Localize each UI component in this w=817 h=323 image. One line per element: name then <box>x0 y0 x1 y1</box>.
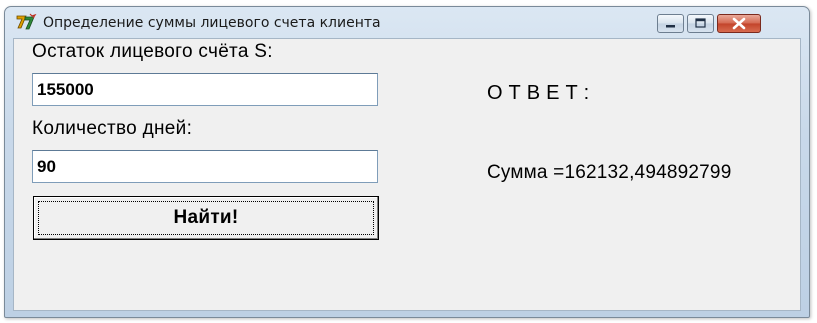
days-input[interactable]: 90 <box>32 150 378 183</box>
maximize-icon <box>695 18 706 28</box>
close-button[interactable] <box>717 14 761 33</box>
answer-sum: Сумма =162132,494892799 <box>487 162 732 183</box>
minimize-button[interactable] <box>657 14 684 33</box>
days-label: Количество дней: <box>32 118 193 139</box>
app-icon <box>15 13 37 31</box>
maximize-button[interactable] <box>687 14 714 33</box>
balance-label: Остаток лицевого счёта S: <box>32 41 273 62</box>
find-button-label: Найти! <box>173 207 239 228</box>
answer-heading: ОТВЕТ: <box>487 82 596 104</box>
balance-input[interactable]: 155000 <box>32 73 378 106</box>
find-button[interactable]: Найти! <box>33 196 379 240</box>
window-title: Определение суммы лицевого счета клиента <box>43 15 381 31</box>
title-bar[interactable]: Определение суммы лицевого счета клиента <box>5 7 809 37</box>
minimize-icon <box>666 25 675 28</box>
close-icon <box>732 17 746 30</box>
